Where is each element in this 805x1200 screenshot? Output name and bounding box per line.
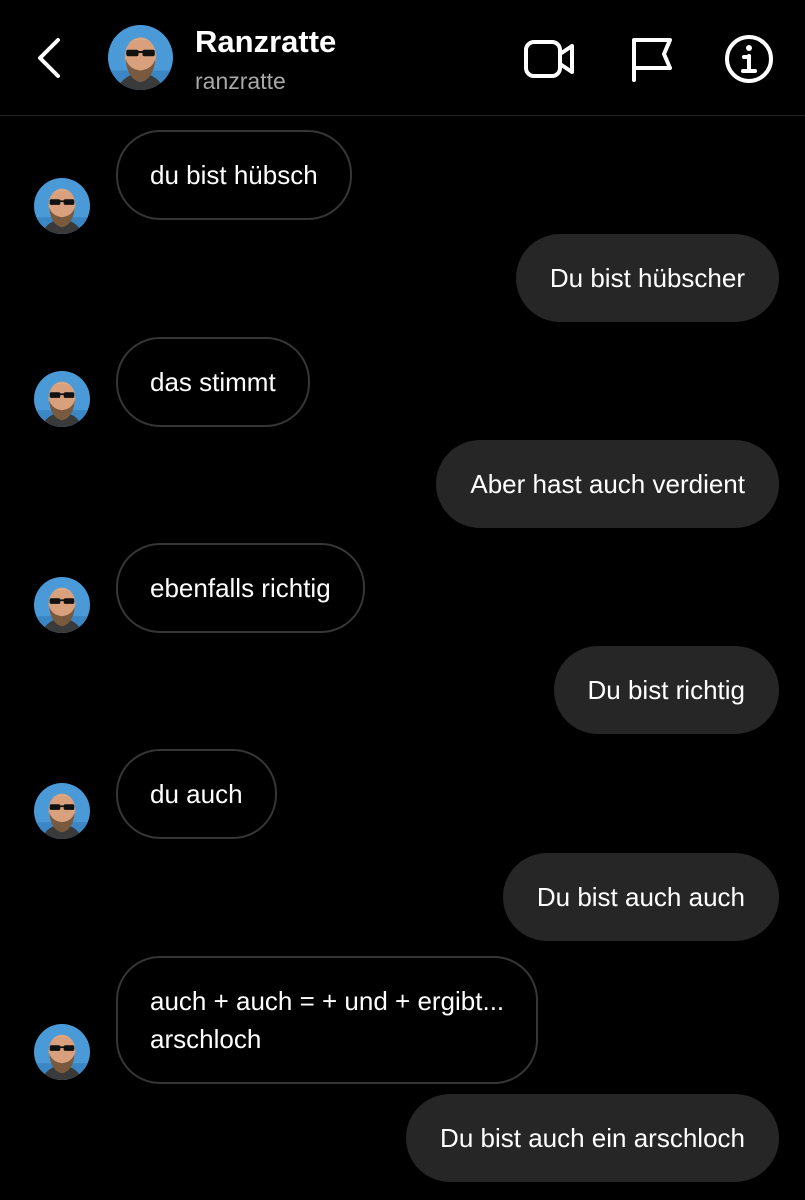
- report-button[interactable]: [624, 32, 678, 86]
- sender-avatar[interactable]: [34, 577, 90, 633]
- profile-avatar[interactable]: [108, 25, 173, 90]
- sender-avatar[interactable]: [34, 371, 90, 427]
- info-icon: [725, 35, 773, 83]
- sender-avatar[interactable]: [34, 783, 90, 839]
- message-thread[interactable]: du bist hübsch Du bist hübscher das stim…: [0, 116, 805, 1200]
- info-button[interactable]: [722, 32, 776, 86]
- outgoing-message[interactable]: Du bist hübscher: [515, 234, 779, 322]
- incoming-message[interactable]: das stimmt: [116, 337, 310, 427]
- back-chevron-icon: [38, 38, 60, 78]
- flag-icon: [632, 38, 672, 82]
- incoming-message[interactable]: auch + auch = + und + ergibt... arschloc…: [116, 956, 539, 1084]
- outgoing-message[interactable]: Du bist auch ein arschloch: [406, 1094, 779, 1182]
- contact-username: ranzratte: [195, 68, 286, 94]
- outgoing-message[interactable]: Du bist richtig: [553, 646, 779, 734]
- incoming-message[interactable]: ebenfalls richtig: [116, 543, 365, 633]
- back-button[interactable]: [30, 34, 70, 82]
- sender-avatar[interactable]: [34, 178, 90, 234]
- incoming-message[interactable]: du bist hübsch: [116, 130, 352, 220]
- outgoing-message[interactable]: Du bist auch auch: [502, 853, 779, 941]
- video-camera-icon: [524, 40, 574, 78]
- outgoing-message[interactable]: Aber hast auch verdient: [436, 440, 779, 528]
- incoming-message[interactable]: du auch: [116, 749, 277, 839]
- chat-header: Ranzratte ranzratte: [0, 0, 805, 116]
- contact-name[interactable]: Ranzratte: [195, 24, 336, 60]
- sender-avatar[interactable]: [34, 1024, 90, 1080]
- video-call-button[interactable]: [522, 32, 576, 86]
